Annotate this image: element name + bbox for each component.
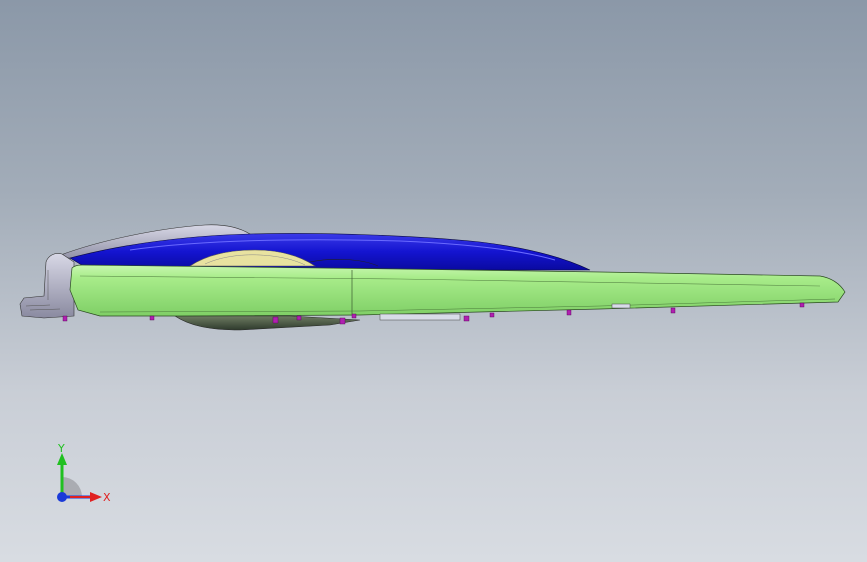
- graphics-viewport[interactable]: Y X: [0, 0, 867, 562]
- fastener: [670, 307, 676, 314]
- x-axis-label: X: [103, 491, 111, 504]
- fastener: [272, 316, 279, 324]
- y-axis-label: Y: [57, 442, 65, 455]
- underside-housing: [174, 315, 361, 331]
- bottom-fitting: [611, 303, 631, 309]
- x-axis-arrow: [90, 492, 102, 502]
- main-body: [69, 264, 846, 317]
- fastener: [566, 309, 572, 316]
- fastener: [799, 302, 805, 308]
- fastener: [463, 315, 470, 322]
- 3d-model-view[interactable]: [0, 0, 867, 562]
- fastener: [149, 315, 155, 321]
- triad-origin: [57, 492, 67, 502]
- orientation-triad[interactable]: Y X: [40, 435, 120, 515]
- fastener: [339, 317, 346, 325]
- end-bracket: [19, 253, 75, 319]
- fastener: [489, 312, 495, 318]
- fastener: [296, 315, 302, 321]
- bottom-fitting: [379, 313, 461, 321]
- fastener: [62, 315, 68, 322]
- fastener: [351, 313, 357, 319]
